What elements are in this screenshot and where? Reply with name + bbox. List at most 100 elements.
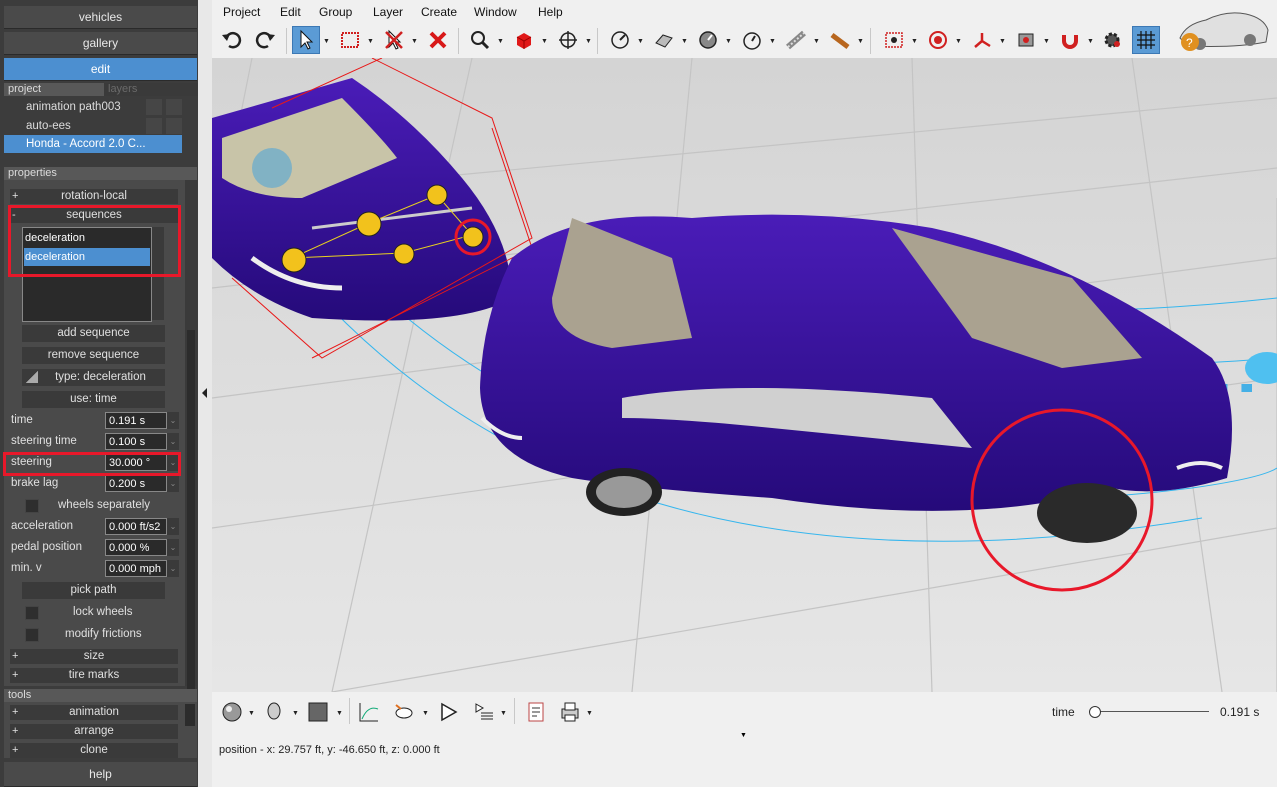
measure-angle-icon[interactable]	[606, 26, 634, 54]
axis-icon[interactable]	[968, 26, 996, 54]
list-item[interactable]: auto-ees	[4, 117, 182, 135]
path-tool-icon[interactable]	[390, 698, 418, 726]
modify-frictions-label: modify frictions	[65, 628, 142, 640]
list-item[interactable]: animation path003	[4, 98, 182, 116]
steering-time-field[interactable]: 0.100 s	[105, 433, 167, 450]
spin-icon[interactable]: ⌄	[167, 433, 179, 450]
field-row: min. v 0.000 mph ⌄	[4, 559, 184, 579]
rod-icon[interactable]	[826, 26, 854, 54]
deselect-icon[interactable]	[380, 26, 408, 54]
light-icon[interactable]	[1012, 26, 1040, 54]
menu-help[interactable]: Help	[538, 5, 563, 19]
steering-marker-icon[interactable]	[462, 226, 484, 248]
spin-icon[interactable]: ⌄	[167, 475, 179, 492]
list-item-selected[interactable]: Honda - Accord 2.0 C...	[4, 135, 182, 153]
menu-create[interactable]: Create	[421, 5, 457, 19]
gear-icon[interactable]	[1098, 26, 1126, 54]
target-icon[interactable]	[924, 26, 952, 54]
menu-window[interactable]: Window	[474, 5, 517, 19]
menu-bar: Project Edit Group Layer Create Window H…	[212, 0, 1277, 22]
surface-icon[interactable]	[650, 26, 678, 54]
collapse-arrow-icon[interactable]	[202, 388, 207, 398]
group-size[interactable]: + size	[10, 649, 178, 664]
group-rotation-local[interactable]: + rotation-local	[10, 189, 178, 204]
tool-clone[interactable]: + clone	[10, 743, 178, 758]
zoom-icon[interactable]	[466, 26, 494, 54]
remove-sequence-button[interactable]: remove sequence	[22, 347, 165, 364]
panel-splitter[interactable]	[198, 0, 212, 787]
menu-edit[interactable]: Edit	[280, 5, 301, 19]
min-v-field[interactable]: 0.000 mph	[105, 560, 167, 577]
cube-icon[interactable]	[510, 26, 538, 54]
help-button[interactable]: help	[4, 762, 197, 787]
field-row: acceleration 0.000 ft/s2 ⌄	[4, 517, 184, 537]
color-swatch-icon[interactable]	[304, 698, 332, 726]
use-time-button[interactable]: use: time	[22, 391, 165, 408]
spin-icon[interactable]: ⌄	[167, 518, 179, 535]
camera-frame-icon[interactable]	[880, 26, 908, 54]
time-slider-handle[interactable]	[1089, 706, 1101, 718]
3d-viewport[interactable]	[212, 58, 1277, 692]
time-field[interactable]: 0.191 s	[105, 412, 167, 429]
edit-button[interactable]: edit	[4, 58, 197, 81]
toolbar: ▼ ▼ ▼ ▼ ▼ ▼ ▼ ▼ ▼ ▼ ▼ ▼ ▼ ▼ ▼ ▼ ▼ ?	[212, 12, 1277, 58]
wheels-separately-checkbox[interactable]	[25, 499, 39, 513]
time-value: 0.191 s	[1220, 705, 1260, 719]
properties-header: properties	[4, 167, 197, 180]
select-arrow-icon[interactable]	[292, 26, 320, 54]
modify-frictions-checkbox[interactable]	[25, 628, 39, 642]
report-icon[interactable]	[522, 698, 550, 726]
sphere-icon[interactable]	[218, 698, 246, 726]
pick-path-button[interactable]: pick path	[22, 582, 165, 599]
vehicles-button[interactable]: vehicles	[4, 6, 197, 29]
acceleration-field[interactable]: 0.000 ft/s2	[105, 518, 167, 535]
highlight-box	[8, 205, 181, 277]
add-sequence-button[interactable]: add sequence	[22, 325, 165, 342]
magnet-icon[interactable]	[1056, 26, 1084, 54]
menu-group[interactable]: Group	[319, 5, 352, 19]
redo-icon[interactable]	[252, 26, 280, 54]
expand-arrow-icon[interactable]: ▼	[740, 732, 747, 739]
pedal-position-field[interactable]: 0.000 %	[105, 539, 167, 556]
group-tire-marks[interactable]: + tire marks	[10, 668, 178, 683]
spin-icon[interactable]: ⌄	[167, 412, 179, 429]
spin-icon[interactable]: ⌄	[167, 539, 179, 556]
left-panel: vehicles gallery edit project layers ani…	[0, 0, 201, 787]
menu-layer[interactable]: Layer	[373, 5, 403, 19]
play-icon[interactable]	[434, 698, 462, 726]
sequence-type-button[interactable]: type: deceleration	[22, 369, 165, 386]
tools-scrollbar[interactable]	[185, 704, 195, 726]
delete-icon[interactable]	[424, 26, 452, 54]
spring-icon[interactable]	[782, 26, 810, 54]
marker-icon[interactable]	[356, 211, 382, 237]
time-slider[interactable]	[1094, 711, 1209, 712]
marker-icon[interactable]	[426, 184, 448, 206]
wheels-separately-label: wheels separately	[58, 499, 151, 511]
grid-icon[interactable]	[1132, 26, 1160, 54]
print-icon[interactable]	[556, 698, 584, 726]
undo-icon[interactable]	[217, 26, 245, 54]
rect-select-icon[interactable]	[336, 26, 364, 54]
spin-icon[interactable]: ⌄	[167, 560, 179, 577]
marker-icon[interactable]	[281, 247, 307, 273]
marker-icon[interactable]	[393, 243, 415, 265]
gallery-button[interactable]: gallery	[4, 32, 197, 55]
move-icon[interactable]	[554, 26, 582, 54]
lock-wheels-checkbox[interactable]	[25, 606, 39, 620]
position-readout: position - x: 29.757 ft, y: -46.650 ft, …	[219, 744, 440, 756]
tab-project[interactable]: project	[4, 83, 41, 95]
tools-header: tools	[4, 689, 197, 702]
sequence-icon[interactable]	[470, 698, 498, 726]
tab-layers[interactable]: layers	[104, 83, 201, 96]
tool-arrange[interactable]: + arrange	[10, 724, 178, 739]
time-label: time	[1052, 705, 1075, 719]
stopwatch-icon[interactable]	[738, 26, 766, 54]
head-icon[interactable]	[260, 698, 288, 726]
menu-project[interactable]: Project	[223, 5, 260, 19]
tool-animation[interactable]: + animation	[10, 705, 178, 720]
brake-lag-field[interactable]: 0.200 s	[105, 475, 167, 492]
gauge-icon[interactable]	[694, 26, 722, 54]
deceleration-icon	[26, 371, 38, 383]
properties-scrollbar[interactable]	[185, 180, 197, 690]
curve-chart-icon[interactable]	[355, 698, 383, 726]
